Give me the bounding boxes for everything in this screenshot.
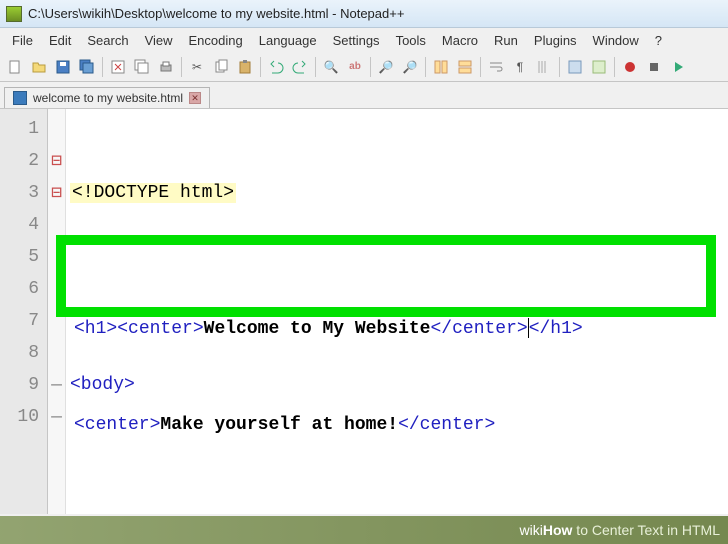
- zoom-in-icon[interactable]: 🔎: [375, 56, 397, 78]
- editor-area[interactable]: 1 2 3 4 5 6 7 8 9 10 ⊟ ⊟ – – <!DOCTYPE h…: [0, 108, 728, 514]
- code-token: </center>: [430, 319, 527, 339]
- menu-help[interactable]: ?: [647, 31, 670, 50]
- file-tab[interactable]: welcome to my website.html ✕: [4, 87, 210, 108]
- toolbar-separator: [102, 57, 103, 77]
- undo-icon[interactable]: [265, 56, 287, 78]
- find-icon[interactable]: 🔍: [320, 56, 342, 78]
- line-number-gutter: 1 2 3 4 5 6 7 8 9 10: [0, 109, 48, 514]
- code-token: <!DOCTYPE html>: [70, 183, 236, 203]
- fold-guide: –: [48, 369, 65, 401]
- code-token: <center>: [117, 319, 203, 339]
- code-text: Make yourself at home!: [160, 415, 398, 435]
- tab-label: welcome to my website.html: [33, 91, 183, 105]
- save-icon[interactable]: [52, 56, 74, 78]
- line-number: 5: [0, 241, 39, 273]
- print-icon[interactable]: [155, 56, 177, 78]
- fold-toggle-icon[interactable]: ⊟: [48, 177, 65, 209]
- line-number: 7: [0, 305, 39, 337]
- cut-icon[interactable]: ✂: [186, 56, 208, 78]
- toolbar-separator: [315, 57, 316, 77]
- tab-bar: welcome to my website.html ✕: [0, 82, 728, 108]
- fold-toggle-icon[interactable]: ⊟: [48, 145, 65, 177]
- toolbar-separator: [614, 57, 615, 77]
- line-number: 6: [0, 273, 39, 305]
- copy-icon[interactable]: [210, 56, 232, 78]
- redo-icon[interactable]: [289, 56, 311, 78]
- toolbar-separator: [559, 57, 560, 77]
- toolbar: ✂ 🔍 ab 🔎 🔎 ¶: [0, 52, 728, 82]
- toolbar-separator: [425, 57, 426, 77]
- fold-guide: –: [48, 401, 65, 433]
- line-number: 9: [0, 369, 39, 401]
- menu-file[interactable]: File: [4, 31, 41, 50]
- close-tab-icon[interactable]: ✕: [189, 92, 201, 104]
- watermark-brand-pre: wiki: [520, 522, 543, 538]
- code-text: Welcome to My Website: [204, 319, 431, 339]
- menu-macro[interactable]: Macro: [434, 31, 486, 50]
- disk-icon: [13, 91, 27, 105]
- menu-window[interactable]: Window: [585, 31, 647, 50]
- menu-edit[interactable]: Edit: [41, 31, 79, 50]
- toolbar-separator: [181, 57, 182, 77]
- line-number: 4: [0, 209, 39, 241]
- menu-settings[interactable]: Settings: [325, 31, 388, 50]
- watermark-bar: wikiHow to Center Text in HTML: [0, 516, 728, 544]
- sync-hscroll-icon[interactable]: [454, 56, 476, 78]
- code-token: </h1>: [529, 319, 583, 339]
- line-number: 1: [0, 113, 39, 145]
- wordwrap-icon[interactable]: [485, 56, 507, 78]
- open-file-icon[interactable]: [28, 56, 50, 78]
- code-token: <h1>: [74, 319, 117, 339]
- record-macro-icon[interactable]: [619, 56, 641, 78]
- menu-language[interactable]: Language: [251, 31, 325, 50]
- toolbar-separator: [480, 57, 481, 77]
- watermark-caption: to Center Text in HTML: [572, 522, 720, 538]
- line-number: 10: [0, 401, 39, 433]
- line-number: 2: [0, 145, 39, 177]
- menu-run[interactable]: Run: [486, 31, 526, 50]
- tutorial-highlight-box: <h1><center>Welcome to My Website</cente…: [56, 235, 716, 317]
- doc-map-icon[interactable]: [588, 56, 610, 78]
- close-file-icon[interactable]: [107, 56, 129, 78]
- menu-bar: File Edit Search View Encoding Language …: [0, 28, 728, 52]
- new-file-icon[interactable]: [4, 56, 26, 78]
- menu-tools[interactable]: Tools: [388, 31, 434, 50]
- app-icon: [6, 6, 22, 22]
- paste-icon[interactable]: [234, 56, 256, 78]
- close-all-icon[interactable]: [131, 56, 153, 78]
- show-all-chars-icon[interactable]: ¶: [509, 56, 531, 78]
- toolbar-separator: [260, 57, 261, 77]
- save-all-icon[interactable]: [76, 56, 98, 78]
- zoom-out-icon[interactable]: 🔎: [399, 56, 421, 78]
- window-title: C:\Users\wikih\Desktop\welcome to my web…: [28, 6, 404, 21]
- toolbar-separator: [370, 57, 371, 77]
- stop-macro-icon[interactable]: [643, 56, 665, 78]
- code-token: <center>: [74, 415, 160, 435]
- indent-guide-icon[interactable]: [533, 56, 555, 78]
- play-macro-icon[interactable]: [667, 56, 689, 78]
- line-number: 3: [0, 177, 39, 209]
- menu-plugins[interactable]: Plugins: [526, 31, 585, 50]
- title-bar: C:\Users\wikih\Desktop\welcome to my web…: [0, 0, 728, 28]
- function-list-icon[interactable]: [564, 56, 586, 78]
- menu-view[interactable]: View: [137, 31, 181, 50]
- menu-encoding[interactable]: Encoding: [181, 31, 251, 50]
- code-token: </center>: [398, 415, 495, 435]
- watermark-brand-post: How: [543, 522, 573, 538]
- replace-icon[interactable]: ab: [344, 56, 366, 78]
- line-number: 8: [0, 337, 39, 369]
- sync-vscroll-icon[interactable]: [430, 56, 452, 78]
- menu-search[interactable]: Search: [79, 31, 136, 50]
